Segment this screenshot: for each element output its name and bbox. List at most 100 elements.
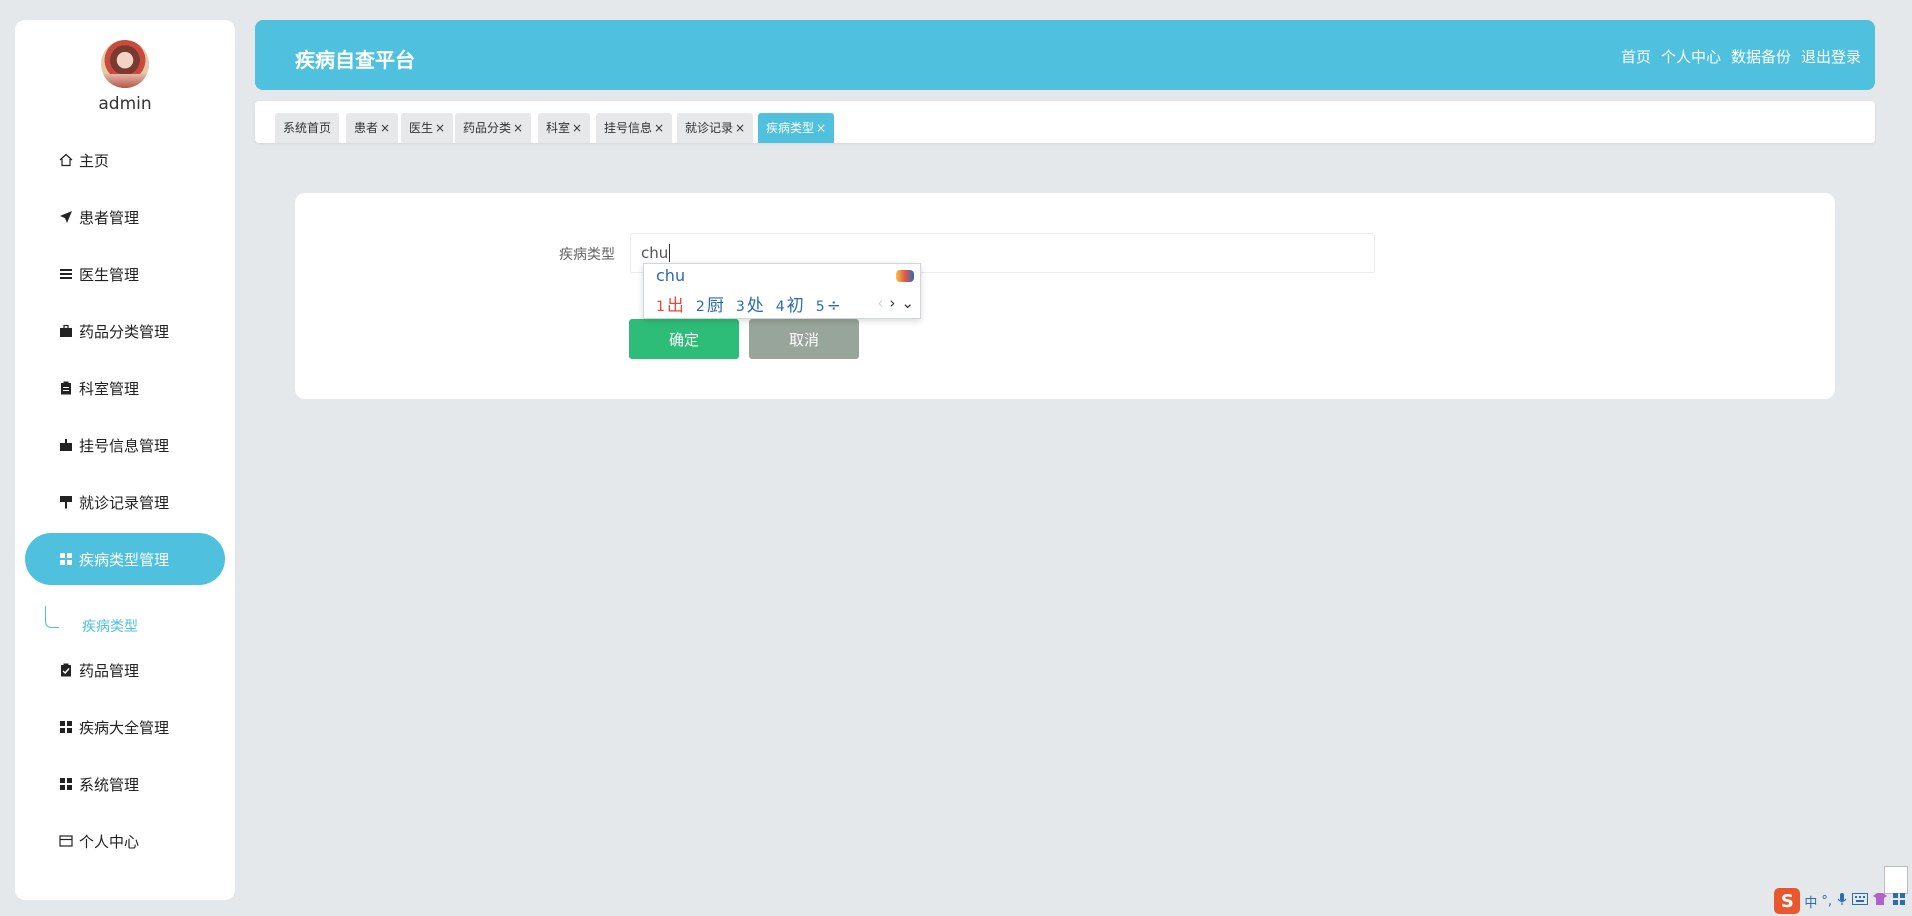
tab-close-icon[interactable]: × (735, 121, 745, 135)
tab-close-icon[interactable]: × (513, 121, 523, 135)
input-value: chu (641, 244, 669, 262)
microphone-icon[interactable] (1836, 892, 1848, 910)
ime-next-icon[interactable]: › (889, 294, 895, 312)
tab-system-home[interactable]: 系统首页 (275, 113, 340, 143)
ime-candidate[interactable]: 1出 (656, 291, 684, 316)
sidebar-item-label: 科室管理 (79, 379, 140, 398)
header-link-logout[interactable]: 退出登录 (1801, 46, 1861, 67)
ime-mode-indicator[interactable]: 中 (1804, 892, 1817, 911)
ime-candidate[interactable]: 3处 (736, 291, 764, 316)
sidebar-item-registrations[interactable]: 挂号信息管理 (25, 419, 225, 471)
sidebar-item-drug-categories[interactable]: 药品分类管理 (25, 305, 225, 357)
tab-drug-categories[interactable]: 药品分类 × (455, 113, 532, 143)
home-icon (59, 153, 73, 167)
keyboard-icon[interactable] (1852, 893, 1868, 909)
top-header: 疾病自查平台 首页 个人中心 数据备份 退出登录 (255, 20, 1875, 90)
ime-toolbar: S 中 °, (1768, 886, 1912, 916)
sidebar-item-label: 药品分类管理 (79, 322, 170, 341)
avatar[interactable] (101, 40, 149, 88)
tab-close-icon[interactable]: × (816, 121, 826, 135)
sidebar-item-label: 疾病类型管理 (79, 550, 170, 569)
sidebar-item-home[interactable]: 主页 (25, 134, 225, 186)
candidate-number: 4 (775, 299, 785, 315)
sidebar-item-departments[interactable]: 科室管理 (25, 362, 225, 414)
skin-icon[interactable] (1872, 892, 1888, 910)
app-title: 疾病自查平台 (295, 48, 415, 72)
clipboard-check-icon (59, 663, 73, 677)
tab-label: 就诊记录 (685, 121, 734, 135)
candidate-text: ÷ (826, 296, 841, 316)
cancel-button[interactable]: 取消 (749, 319, 859, 359)
tab-patients[interactable]: 患者 × (346, 113, 399, 143)
candidate-number: 5 (815, 299, 825, 315)
sidebar-item-drugs[interactable]: 药品管理 (25, 644, 225, 696)
sidebar-item-label: 药品管理 (79, 661, 140, 680)
candidate-number: 1 (656, 299, 665, 315)
tab-label: 系统首页 (283, 121, 332, 135)
tab-label: 药品分类 (463, 121, 512, 135)
username: admin (98, 94, 152, 114)
tab-close-icon[interactable]: × (654, 121, 664, 135)
tab-close-icon[interactable]: × (380, 121, 390, 135)
header-link-home[interactable]: 首页 (1621, 46, 1651, 67)
tab-disease-types[interactable]: 疾病类型 × (758, 113, 835, 143)
candidate-text: 厨 (706, 296, 724, 316)
sidebar-item-patients[interactable]: 患者管理 (25, 191, 225, 243)
sidebar-item-system[interactable]: 系统管理 (25, 758, 225, 810)
sidebar-item-visit-records[interactable]: 就诊记录管理 (25, 476, 225, 528)
sidebar-item-label: 医生管理 (79, 265, 140, 284)
sidebar-item-label: 就诊记录管理 (79, 493, 170, 512)
sidebar-item-label: 主页 (79, 151, 110, 170)
grid-icon (59, 552, 73, 566)
disease-type-label: 疾病类型 (559, 247, 615, 263)
tab-visit-records[interactable]: 就诊记录 × (677, 113, 754, 143)
card-icon (59, 834, 73, 848)
ime-candidate[interactable]: 5 ÷ (816, 296, 841, 316)
tabs-bar: 系统首页 患者 × 医生 × 药品分类 × 科室 × 挂号信息 × 就诊记录 × 疾病类型 × (255, 101, 1875, 143)
ime-candidates: 1出 2厨 3处 4初 5 ÷ (656, 291, 841, 316)
header-link-profile[interactable]: 个人中心 (1661, 46, 1721, 67)
candidate-number: 2 (695, 299, 705, 315)
header-links: 首页 个人中心 数据备份 退出登录 (1621, 46, 1861, 67)
tab-doctors[interactable]: 医生 × (401, 113, 454, 143)
ime-expand-icon[interactable]: ⌄ (901, 294, 914, 312)
grid-icon (59, 777, 73, 791)
sidebar-item-label: 患者管理 (79, 208, 140, 227)
list-icon (59, 267, 73, 281)
sidebar-item-label: 个人中心 (79, 832, 140, 851)
punctuation-mode-indicator[interactable]: °, (1821, 894, 1832, 909)
tab-close-icon[interactable]: × (572, 121, 582, 135)
ime-prev-icon[interactable]: ‹ (877, 294, 883, 312)
form-card: 疾病类型 chu 确定 取消 (295, 193, 1835, 399)
sidebar-item-doctors[interactable]: 医生管理 (25, 248, 225, 300)
tab-label: 医生 (409, 121, 434, 135)
ticket-icon (59, 438, 73, 452)
candidate-text: 出 (666, 296, 684, 316)
sidebar-item-label: 挂号信息管理 (79, 436, 170, 455)
sidebar-item-disease-encyclopedia[interactable]: 疾病大全管理 (25, 701, 225, 753)
send-icon (59, 210, 73, 224)
tab-label: 科室 (546, 121, 571, 135)
ime-candidate[interactable]: 2厨 (696, 291, 724, 316)
clipboard-icon (59, 381, 73, 395)
tab-close-icon[interactable]: × (435, 121, 445, 135)
sidebar-item-profile[interactable]: 个人中心 (25, 815, 225, 867)
header-link-backup[interactable]: 数据备份 (1731, 46, 1791, 67)
sidebar-item-label: 系统管理 (79, 775, 140, 794)
sogou-logo-icon[interactable]: S (1774, 888, 1801, 914)
sidebar-item-disease-types[interactable]: 疾病类型管理 (25, 533, 225, 585)
sidebar: admin 主页 患者管理 医生管理 药品分类管理 科室管理 挂号信息管理 就诊… (15, 20, 235, 900)
candidate-text: 初 (786, 296, 804, 316)
grid-icon (59, 720, 73, 734)
confirm-button[interactable]: 确定 (629, 319, 739, 359)
tab-registrations[interactable]: 挂号信息 × (596, 113, 673, 143)
ime-skin-icon[interactable] (896, 270, 914, 282)
tab-departments[interactable]: 科室 × (538, 113, 591, 143)
ime-candidate-popup: chu 1出 2厨 3处 4初 5 ÷ ‹ › ⌄ (643, 263, 921, 319)
toolbox-grid-icon[interactable] (1892, 892, 1906, 910)
tab-label: 挂号信息 (604, 121, 653, 135)
ime-nav: ‹ › ⌄ (877, 294, 914, 312)
candidate-text: 处 (746, 296, 764, 316)
ime-candidate[interactable]: 4初 (776, 291, 804, 316)
submenu-item-disease-type[interactable]: 疾病类型 (82, 616, 138, 636)
